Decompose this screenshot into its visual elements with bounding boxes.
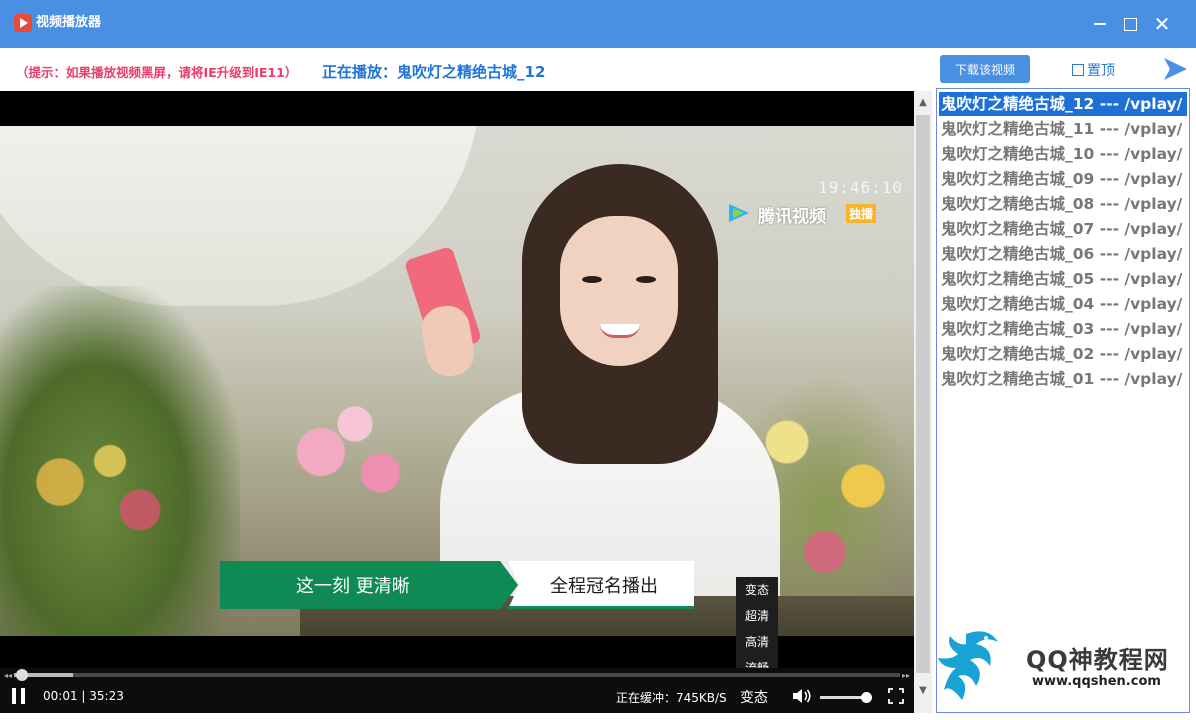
- buffer-status: 正在缓冲：745KB/S: [616, 691, 727, 705]
- ad-banner-right: 全程冠名播出: [508, 561, 694, 609]
- playlist-item[interactable]: 鬼吹灯之精绝古城_02 --- /vplay/: [939, 342, 1187, 366]
- maximize-button[interactable]: [1116, 10, 1144, 38]
- watermark-text: 腾讯视频: [758, 207, 826, 227]
- site-watermark: QQ神教程网 www.qqshen.com: [936, 624, 1186, 704]
- ie-upgrade-tip: （提示：如果播放视频黑屏，请将IE升级到IE11）: [16, 65, 298, 80]
- volume-handle[interactable]: [861, 692, 872, 703]
- scroll-down-button[interactable]: ▼: [914, 681, 932, 701]
- ad-banner-left: 这一刻 更清晰: [220, 561, 518, 609]
- scene-pink-flowers: [270, 396, 440, 536]
- quality-option-biantai[interactable]: 变态: [736, 577, 778, 603]
- video-frame: 19:46:10 腾讯视频 独播 这一刻 更清晰 全程冠名播出: [0, 126, 914, 636]
- playlist-item[interactable]: 鬼吹灯之精绝古城_10 --- /vplay/: [939, 142, 1187, 166]
- app-logo-icon: [14, 14, 32, 32]
- seek-end-marker: ▸▸: [902, 671, 911, 680]
- player-controls: ◂◂ ▸▸ 00:01 | 35:23 正在缓冲：745KB/S 变态: [0, 668, 914, 713]
- seek-start-marker: ◂◂: [4, 671, 13, 680]
- episode-playlist[interactable]: 鬼吹灯之精绝古城_12 --- /vplay/鬼吹灯之精绝古城_11 --- /…: [936, 88, 1190, 713]
- fullscreen-icon[interactable]: [888, 688, 904, 704]
- person-face: [560, 216, 678, 366]
- video-timestamp: 19:46:10: [818, 178, 904, 197]
- playlist-item[interactable]: 鬼吹灯之精绝古城_09 --- /vplay/: [939, 167, 1187, 191]
- quality-option-gaoqing[interactable]: 高清: [736, 629, 778, 655]
- pin-on-top-checkbox[interactable]: 置顶: [1072, 60, 1115, 80]
- video-scrollbar[interactable]: ▲ ▼: [914, 91, 932, 713]
- title-bar: 视频播放器 ✕: [0, 0, 1196, 48]
- playlist-item[interactable]: 鬼吹灯之精绝古城_12 --- /vplay/: [939, 92, 1187, 116]
- site-name: QQ神教程网: [1026, 646, 1169, 674]
- playlist-item[interactable]: 鬼吹灯之精绝古城_01 --- /vplay/: [939, 367, 1187, 391]
- watermark-badge: 独播: [846, 204, 877, 223]
- video-area[interactable]: 19:46:10 腾讯视频 独播 这一刻 更清晰 全程冠名播出 变态 超清 高清…: [0, 91, 914, 713]
- scroll-up-button[interactable]: ▲: [914, 93, 932, 113]
- time-display: 00:01 | 35:23: [43, 689, 124, 703]
- seek-handle[interactable]: [15, 669, 28, 681]
- playlist-item[interactable]: 鬼吹灯之精绝古城_07 --- /vplay/: [939, 217, 1187, 241]
- pin-label: 置顶: [1087, 63, 1115, 79]
- quality-button[interactable]: 变态: [740, 687, 768, 707]
- window-title: 视频播放器: [36, 15, 102, 30]
- volume-slider[interactable]: [820, 692, 872, 703]
- playlist-item[interactable]: 鬼吹灯之精绝古城_08 --- /vplay/: [939, 192, 1187, 216]
- scene-flowers-left: [0, 426, 200, 566]
- ad-banner-underline: [508, 606, 694, 609]
- close-icon: ✕: [1153, 12, 1171, 36]
- playlist-item[interactable]: 鬼吹灯之精绝古城_05 --- /vplay/: [939, 267, 1187, 291]
- playlist-item[interactable]: 鬼吹灯之精绝古城_03 --- /vplay/: [939, 317, 1187, 341]
- playlist-item[interactable]: 鬼吹灯之精绝古城_06 --- /vplay/: [939, 242, 1187, 266]
- volume-icon[interactable]: [792, 688, 812, 704]
- scene-umbrella: [0, 126, 480, 306]
- download-video-button[interactable]: 下载该视频: [940, 55, 1030, 83]
- site-url: www.qqshen.com: [1032, 674, 1161, 689]
- playlist-item[interactable]: 鬼吹灯之精绝古城_11 --- /vplay/: [939, 117, 1187, 141]
- pause-icon[interactable]: [12, 688, 26, 704]
- video-player-window: 视频播放器 ✕ （提示：如果播放视频黑屏，请将IE升级到IE11） 正在播放：鬼…: [0, 0, 1196, 720]
- close-button[interactable]: ✕: [1148, 10, 1176, 38]
- person-eye: [636, 276, 656, 283]
- dragon-logo-icon: [938, 631, 998, 700]
- quality-option-chaoqing[interactable]: 超清: [736, 603, 778, 629]
- seek-bar[interactable]: [14, 669, 900, 681]
- tencent-video-logo-icon: [729, 204, 749, 222]
- scroll-thumb[interactable]: [916, 115, 930, 673]
- arrow-right-icon[interactable]: [1162, 56, 1188, 82]
- minimize-button[interactable]: [1086, 10, 1114, 38]
- person-eye: [582, 276, 602, 283]
- playlist-item[interactable]: 鬼吹灯之精绝古城_04 --- /vplay/: [939, 292, 1187, 316]
- checkbox-box: [1072, 64, 1084, 76]
- quality-menu: 变态 超清 高清 流畅: [736, 577, 778, 681]
- now-playing-title: 正在播放：鬼吹灯之精绝古城_12: [322, 63, 546, 81]
